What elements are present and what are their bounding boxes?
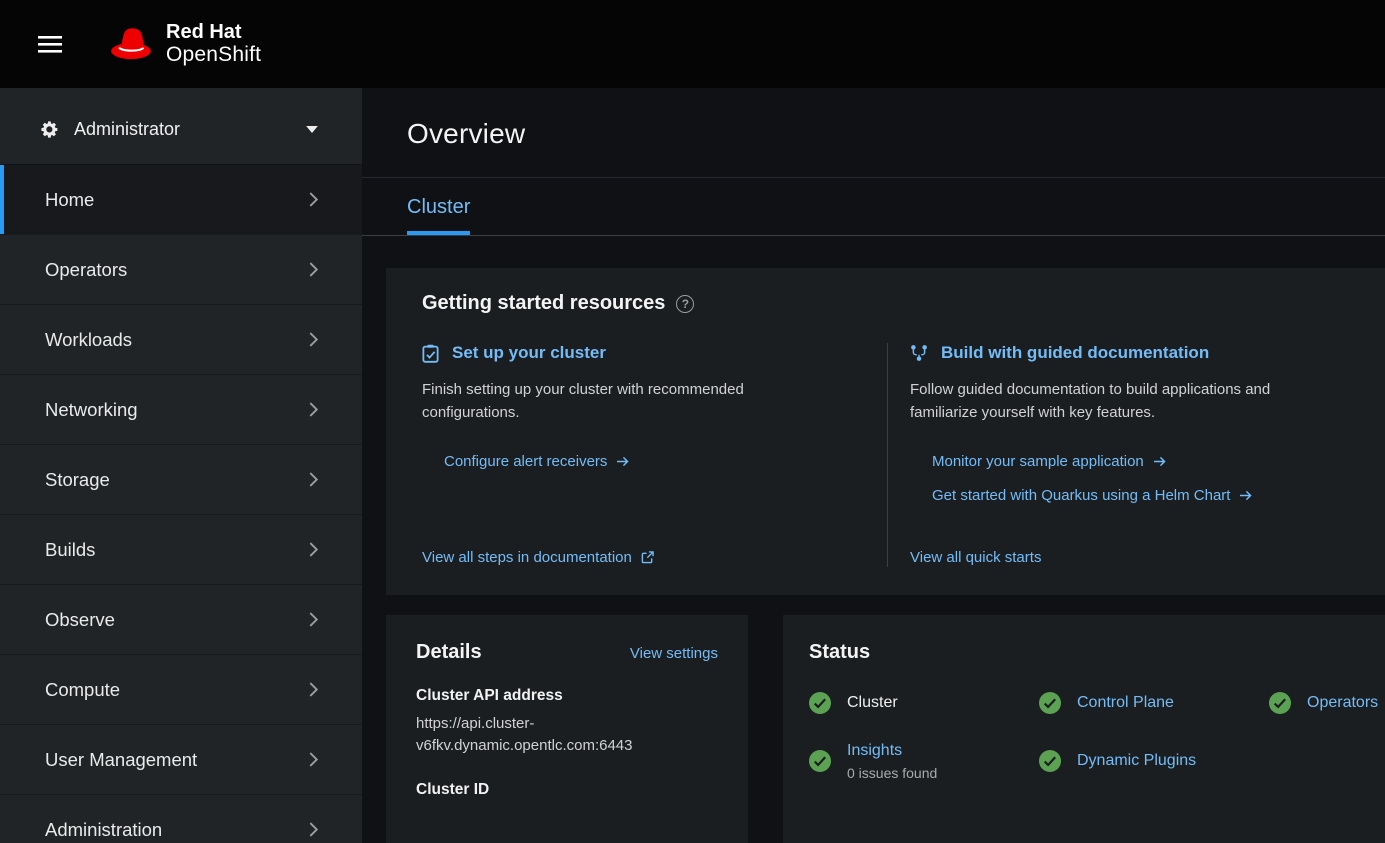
link-label: View all quick starts (910, 549, 1041, 566)
nav-label: Workloads (45, 329, 132, 351)
brand-logo[interactable]: Red Hat OpenShift (108, 21, 261, 67)
gear-icon (40, 120, 59, 139)
guided-documentation-section: Build with guided documentation Follow g… (888, 343, 1385, 567)
page-header: Overview (362, 88, 1385, 178)
tab-cluster[interactable]: Cluster (407, 196, 470, 235)
menu-toggle-button[interactable] (30, 28, 70, 61)
perspective-switcher[interactable]: Administrator (0, 94, 362, 164)
link-label: Monitor your sample application (932, 453, 1144, 470)
tab-bar: Cluster (362, 178, 1385, 236)
cluster-api-address-value: https://api.cluster-v6fkv.dynamic.opentl… (416, 713, 718, 758)
overview-dashboard: Getting started resources ? Set up your … (362, 236, 1385, 843)
check-circle-icon (809, 750, 831, 772)
sidebar-item-user-management[interactable]: User Management (0, 724, 362, 794)
sidebar-item-observe[interactable]: Observe (0, 584, 362, 654)
status-item-insights: Insights 0 issues found (809, 742, 1039, 781)
nav-label: Administration (45, 819, 162, 841)
arrow-right-icon (1239, 490, 1252, 501)
details-title: Details (416, 641, 482, 664)
status-label: Cluster (847, 694, 898, 712)
nav-label: Observe (45, 609, 115, 631)
sidebar-item-builds[interactable]: Builds (0, 514, 362, 584)
masthead: Red Hat OpenShift (0, 0, 1385, 88)
nav-label: Builds (45, 539, 95, 561)
check-circle-icon (1039, 750, 1061, 772)
setup-cluster-description: Finish setting up your cluster with reco… (422, 378, 842, 425)
view-all-quick-starts-link[interactable]: View all quick starts (910, 549, 1041, 566)
chevron-right-icon (309, 542, 318, 557)
check-circle-icon (1039, 692, 1061, 714)
view-settings-link[interactable]: View settings (630, 645, 718, 662)
insights-issues-count: 0 issues found (847, 765, 937, 781)
status-item-control-plane: Control Plane (1039, 692, 1269, 714)
brand-line1: Red Hat (166, 21, 261, 43)
arrow-right-icon (616, 456, 629, 467)
guided-documentation-description: Follow guided documentation to build app… (910, 378, 1305, 425)
status-title: Status (809, 641, 870, 664)
configure-alert-receivers-link[interactable]: Configure alert receivers (444, 453, 629, 470)
link-label: View all steps in documentation (422, 549, 632, 566)
operators-link[interactable]: Operators (1307, 694, 1378, 712)
nav-label: Compute (45, 679, 120, 701)
route-icon (910, 344, 928, 362)
help-icon[interactable]: ? (676, 295, 694, 313)
control-plane-link[interactable]: Control Plane (1077, 694, 1174, 712)
setup-cluster-title: Set up your cluster (452, 343, 606, 363)
chevron-right-icon (309, 262, 318, 277)
quarkus-helm-chart-link[interactable]: Get started with Quarkus using a Helm Ch… (932, 487, 1252, 504)
monitor-sample-application-link[interactable]: Monitor your sample application (932, 453, 1166, 470)
link-label: Get started with Quarkus using a Helm Ch… (932, 487, 1230, 504)
status-card: Status View alerts Cluster Control Plane (783, 615, 1385, 843)
sidebar-item-operators[interactable]: Operators (0, 234, 362, 304)
chevron-right-icon (309, 402, 318, 417)
nav-label: Networking (45, 399, 138, 421)
sidebar-nav: Home Operators Workloads Networking Stor… (0, 164, 362, 843)
nav-label: Operators (45, 259, 127, 281)
chevron-right-icon (309, 822, 318, 837)
sidebar-item-workloads[interactable]: Workloads (0, 304, 362, 374)
chevron-right-icon (309, 612, 318, 627)
dynamic-plugins-link[interactable]: Dynamic Plugins (1077, 752, 1196, 770)
status-item-cluster: Cluster (809, 692, 1039, 714)
external-link-icon (641, 551, 654, 564)
nav-label: Home (45, 189, 94, 211)
cluster-id-label: Cluster ID (416, 781, 718, 799)
redhat-logo-icon (108, 27, 154, 61)
insights-link[interactable]: Insights (847, 742, 902, 759)
check-circle-icon (809, 692, 831, 714)
page-title: Overview (407, 118, 1385, 150)
view-all-steps-link[interactable]: View all steps in documentation (422, 549, 654, 566)
sidebar-item-home[interactable]: Home (0, 164, 362, 234)
details-card: Details View settings Cluster API addres… (386, 615, 748, 843)
nav-label: User Management (45, 749, 197, 771)
sidebar: Administrator Home Operators Workloads N… (0, 88, 362, 843)
arrow-right-icon (1153, 456, 1166, 467)
chevron-right-icon (309, 472, 318, 487)
clipboard-check-icon (422, 344, 439, 363)
chevron-right-icon (309, 332, 318, 347)
status-item-operators: Operators (1269, 692, 1385, 714)
check-circle-icon (1269, 692, 1291, 714)
brand-line2: OpenShift (166, 43, 261, 67)
hamburger-icon (38, 36, 62, 53)
cluster-api-address-label: Cluster API address (416, 687, 718, 705)
guided-documentation-title: Build with guided documentation (941, 343, 1209, 363)
caret-down-icon (306, 126, 318, 133)
link-label: Configure alert receivers (444, 453, 607, 470)
sidebar-item-storage[interactable]: Storage (0, 444, 362, 514)
getting-started-title: Getting started resources (422, 292, 665, 315)
chevron-right-icon (309, 752, 318, 767)
getting-started-card: Getting started resources ? Set up your … (386, 268, 1385, 595)
sidebar-item-networking[interactable]: Networking (0, 374, 362, 444)
chevron-right-icon (309, 682, 318, 697)
status-item-dynamic-plugins: Dynamic Plugins (1039, 750, 1269, 772)
main-content: Overview Cluster Getting started resourc… (362, 88, 1385, 843)
perspective-label: Administrator (74, 119, 180, 140)
chevron-right-icon (309, 192, 318, 207)
setup-cluster-section: Set up your cluster Finish setting up yo… (422, 343, 887, 567)
sidebar-item-compute[interactable]: Compute (0, 654, 362, 724)
sidebar-item-administration[interactable]: Administration (0, 794, 362, 843)
nav-label: Storage (45, 469, 110, 491)
